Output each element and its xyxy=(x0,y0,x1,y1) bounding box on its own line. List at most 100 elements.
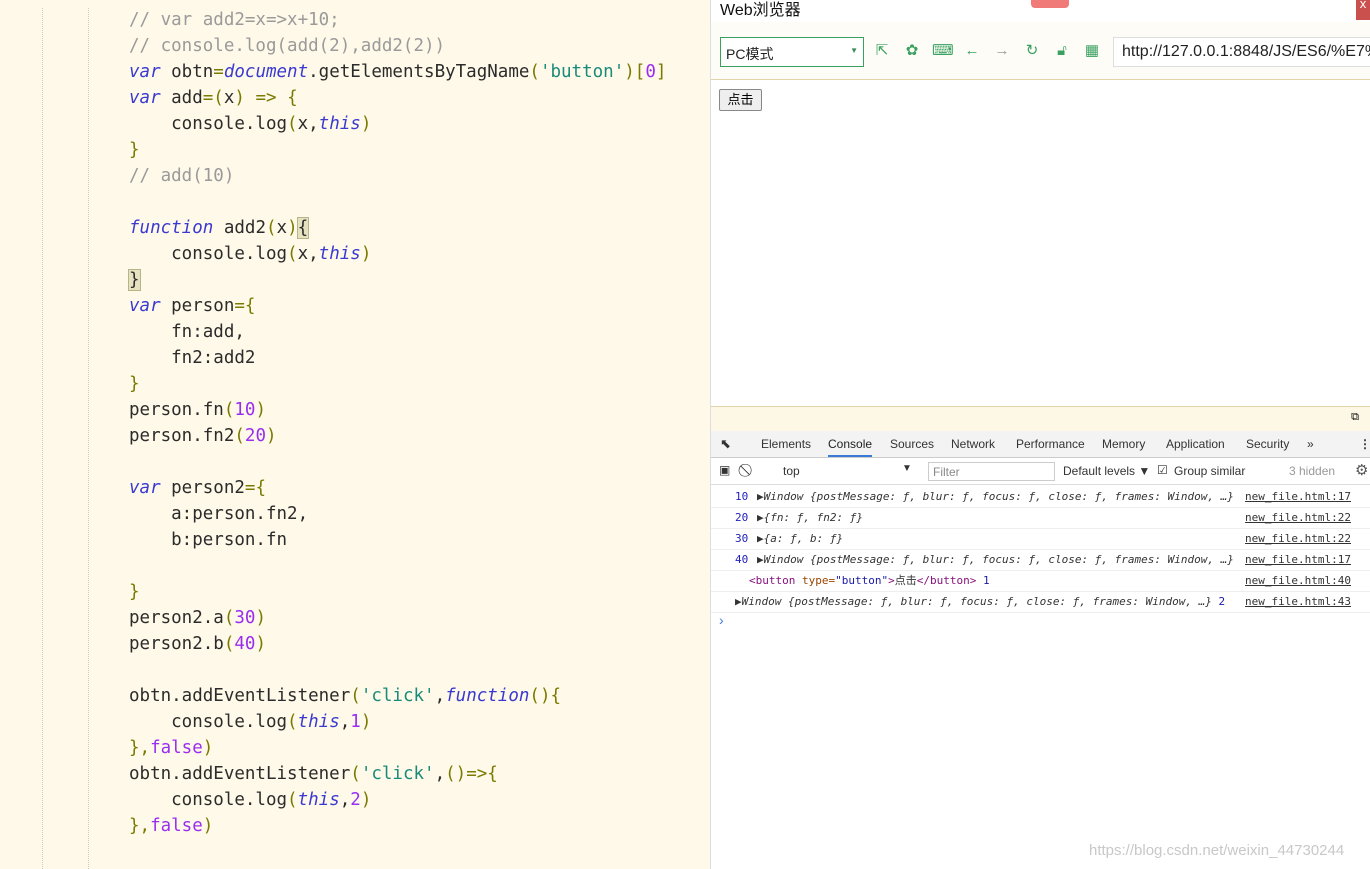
filter-input[interactable]: Filter xyxy=(928,462,1055,481)
code-token: 'button' xyxy=(539,62,625,82)
source-link[interactable]: new_file.html:43 xyxy=(1245,592,1351,612)
log-object[interactable]: ▶Window {postMessage: ƒ, blur: ƒ, focus:… xyxy=(735,592,1225,612)
code-line: fn:add, xyxy=(129,319,666,345)
log-value: 30 xyxy=(735,532,749,545)
code-line: function add2(x){ xyxy=(129,215,666,241)
code-token: ) xyxy=(360,244,372,264)
source-link[interactable]: new_file.html:17 xyxy=(1245,487,1351,507)
tag: </button> xyxy=(916,574,977,587)
undock-icon[interactable]: ⧉ xyxy=(1351,411,1359,424)
close-button[interactable]: x xyxy=(1356,0,1370,20)
code-token: ( xyxy=(287,712,298,732)
code-line: } xyxy=(129,137,666,163)
code-token: 30 xyxy=(234,608,256,628)
code-token: x xyxy=(223,88,235,108)
code-token: x xyxy=(276,218,288,238)
code-token: var xyxy=(129,62,161,82)
menu-icon[interactable]: ⋮ xyxy=(1359,437,1370,451)
devtools-dock-bar: ⧉ xyxy=(711,406,1370,431)
code-token: false xyxy=(150,816,203,836)
tab-network[interactable]: Network xyxy=(951,437,995,451)
code-token: function xyxy=(445,686,530,706)
code-line: },false) xyxy=(129,813,666,839)
attr: type= xyxy=(801,574,836,587)
log-text: ▶Window {postMessage: ƒ, blur: ƒ, focus:… xyxy=(757,490,1234,503)
code-editor[interactable]: // var add2=x=>x+10; // console.log(add(2… xyxy=(0,0,710,869)
code-token: person.fn2 xyxy=(129,426,235,446)
tag: <button xyxy=(749,574,802,587)
inspect-element-icon[interactable]: ⬉ xyxy=(720,436,731,452)
url-input[interactable]: http://127.0.0.1:8848/JS/ES6/%E7% xyxy=(1113,37,1370,67)
code-token: , xyxy=(434,686,446,706)
code-token: ={ xyxy=(234,296,256,316)
source-link[interactable]: new_file.html:17 xyxy=(1245,550,1351,570)
back-icon[interactable]: ← xyxy=(962,41,982,61)
console-row: 30 ▶{a: ƒ, b: ƒ} new_file.html:22 xyxy=(711,529,1370,550)
sidebar-toggle-icon[interactable]: ▣ xyxy=(719,463,730,477)
refresh-icon[interactable]: ↻ xyxy=(1022,41,1042,61)
code-token: fn2:add2 xyxy=(129,348,256,368)
code-line: console.log(x,this) xyxy=(129,111,666,137)
settings-icon[interactable]: ✿ xyxy=(902,41,922,61)
code-token: .getElementsByTagName xyxy=(308,62,530,82)
code-token: ] xyxy=(655,62,667,82)
group-similar-checkbox[interactable]: ☑ xyxy=(1157,463,1168,477)
log-object[interactable]: ▶Window {postMessage: ƒ, blur: ƒ, focus:… xyxy=(757,550,1234,570)
console-row: 10 ▶Window {postMessage: ƒ, blur: ƒ, focu… xyxy=(711,487,1370,508)
tab-memory[interactable]: Memory xyxy=(1102,437,1145,451)
code-token: } xyxy=(129,140,140,160)
code-token: ( xyxy=(287,790,298,810)
code-token: console.log xyxy=(129,244,288,264)
tab-performance[interactable]: Performance xyxy=(1016,437,1085,451)
log-value: 20 xyxy=(735,511,749,524)
indent-guide xyxy=(88,8,89,869)
log-object[interactable]: ▶{fn: ƒ, fn2: ƒ} xyxy=(757,508,863,528)
code-token: 40 xyxy=(234,634,256,654)
page-click-button[interactable]: 点击 xyxy=(719,89,762,111)
code-token: =( xyxy=(202,88,224,108)
code-line: } xyxy=(129,579,666,605)
log-element[interactable]: <button type="button">点击</button> 1 xyxy=(749,571,990,591)
group-similar-label: Group similar xyxy=(1174,464,1246,478)
levels-select[interactable]: Default levels ▼ xyxy=(1063,464,1150,478)
tab-sources[interactable]: Sources xyxy=(890,437,934,451)
source-link[interactable]: new_file.html:40 xyxy=(1245,571,1351,591)
code-token: } xyxy=(128,269,141,291)
source-link[interactable]: new_file.html:22 xyxy=(1245,508,1351,528)
tab-elements[interactable]: Elements xyxy=(761,437,811,451)
code-token: )[ xyxy=(624,62,646,82)
code-token: , xyxy=(339,790,351,810)
code-token: , xyxy=(434,764,446,784)
log-object[interactable]: ▶{a: ƒ, b: ƒ} xyxy=(757,529,843,549)
more-tabs-button[interactable]: » xyxy=(1307,437,1314,451)
terminal-icon[interactable]: ⌨ xyxy=(932,41,954,61)
forward-icon[interactable]: → xyxy=(992,41,1012,61)
code-token: person.fn xyxy=(129,400,224,420)
mode-select[interactable]: PC模式 ▼ xyxy=(720,37,864,67)
qr-code-icon[interactable]: ▦ xyxy=(1082,41,1102,61)
code-token: fn:add, xyxy=(129,322,245,342)
code-token: 'click' xyxy=(360,686,435,706)
unlock-icon[interactable]: 🔓︎ xyxy=(1052,41,1072,61)
code-token: ( xyxy=(234,426,245,446)
open-external-icon[interactable]: ⇱ xyxy=(872,41,892,61)
code-token: }, xyxy=(129,816,151,836)
code-token: false xyxy=(150,738,203,758)
code-token: ) xyxy=(287,218,298,238)
console-prompt[interactable]: › xyxy=(719,612,724,628)
tab-console[interactable]: Console xyxy=(828,437,873,457)
context-dropdown-icon[interactable]: ▼ xyxy=(902,463,912,474)
code-content[interactable]: // var add2=x=>x+10; // console.log(add(2… xyxy=(128,7,667,839)
context-select[interactable]: top xyxy=(783,464,800,478)
log-value: 40 xyxy=(735,553,749,566)
log-object[interactable]: ▶Window {postMessage: ƒ, blur: ƒ, focus:… xyxy=(757,487,1234,507)
code-token: } xyxy=(129,582,140,602)
code-token: var xyxy=(129,296,161,316)
tab-security[interactable]: Security xyxy=(1246,437,1289,451)
tab-application[interactable]: Application xyxy=(1166,437,1225,451)
code-token: console.log xyxy=(129,712,288,732)
code-line: console.log(this,1) xyxy=(129,709,666,735)
code-token: b:person.fn xyxy=(129,530,288,550)
source-link[interactable]: new_file.html:22 xyxy=(1245,529,1351,549)
settings-gear-icon[interactable]: ⚙ xyxy=(1355,461,1368,479)
